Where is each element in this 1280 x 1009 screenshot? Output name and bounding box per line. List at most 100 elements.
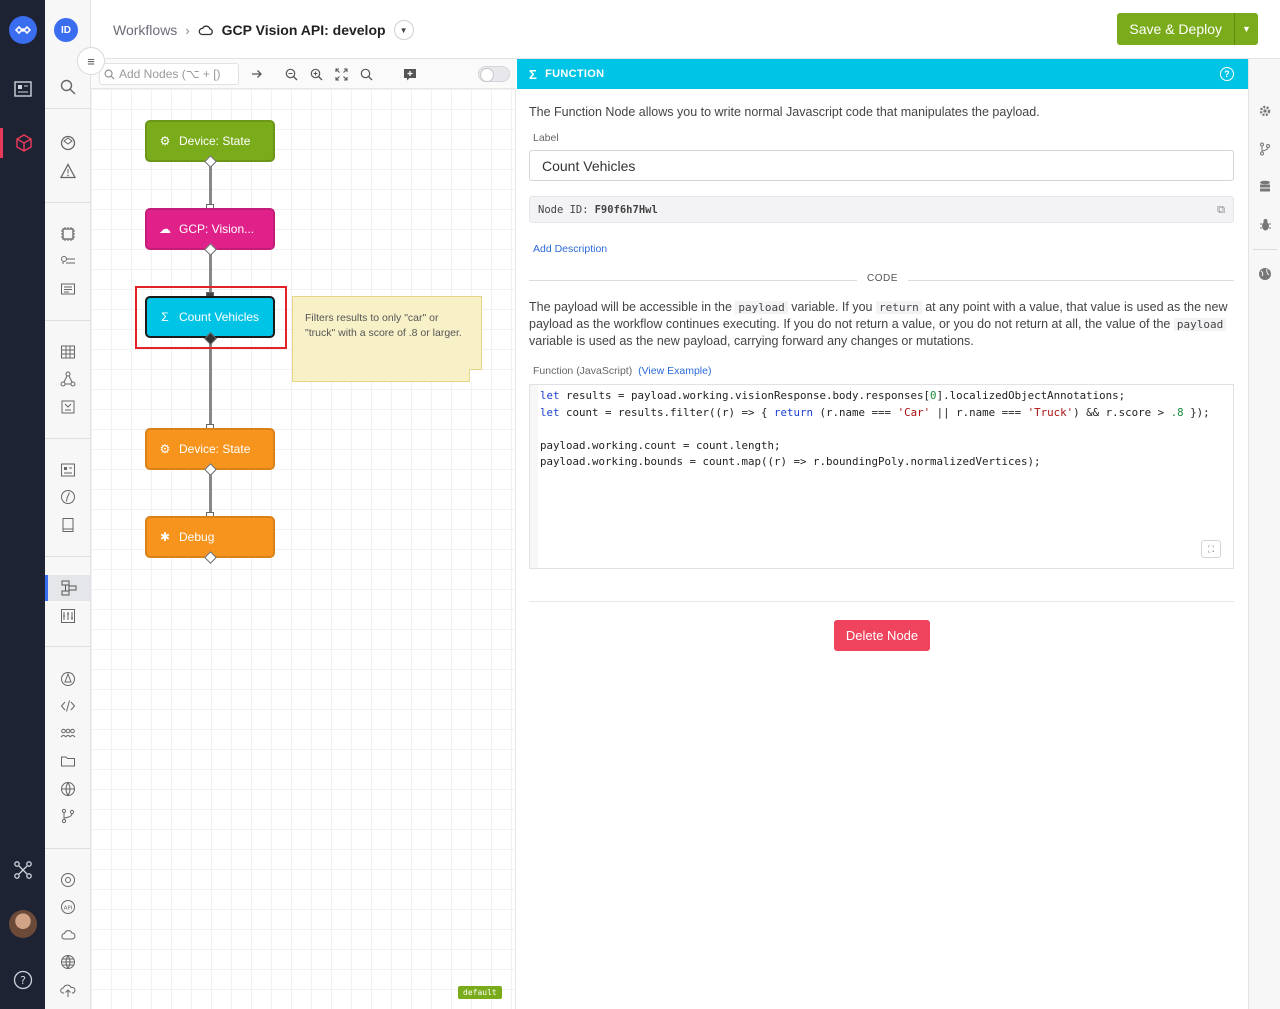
add-note-icon[interactable] — [400, 64, 420, 84]
add-nodes-search[interactable]: Add Nodes (⌥ + [) — [99, 63, 239, 85]
sigma-icon: Σ — [161, 310, 169, 324]
zoom-reset-icon[interactable] — [356, 64, 376, 84]
alert-icon[interactable] — [45, 158, 90, 184]
help-icon[interactable]: ? — [0, 965, 45, 995]
code-desc-part: variable is used as the new payload, car… — [529, 334, 974, 348]
network-icon[interactable] — [0, 855, 45, 885]
node-config-panel: Σ FUNCTION ? The Function Node allows yo… — [517, 59, 1248, 1009]
code-desc-part: The payload will be accessible in the — [529, 300, 736, 314]
wire-4 — [209, 471, 212, 517]
top-header: Workflows › GCP Vision API: develop ▼ Sa… — [91, 0, 1280, 59]
sigma-icon: Σ — [529, 66, 538, 82]
node-id-value: F90f6h7Hwl — [594, 203, 658, 216]
peripheral-icon[interactable] — [45, 248, 90, 274]
application-cube-icon[interactable] — [0, 128, 45, 158]
upload-cloud-icon[interactable] — [45, 977, 90, 1003]
settings-icon[interactable] — [45, 867, 90, 893]
section-title: CODE — [857, 273, 908, 284]
data-table-icon[interactable] — [45, 339, 90, 365]
folder-icon[interactable] — [45, 748, 90, 774]
fullscreen-editor-icon[interactable]: ⛶ — [1201, 540, 1221, 558]
losant-logo-icon[interactable] — [9, 16, 37, 44]
device-icon[interactable] — [45, 221, 90, 247]
code-section-divider: CODE — [529, 273, 1234, 287]
wire-3 — [209, 339, 212, 427]
arrow-right-icon[interactable] — [247, 64, 267, 84]
workflow-canvas[interactable]: ≡ Add Nodes (⌥ + [) ⚙ Device: State ☁ GC… — [77, 47, 516, 1009]
wire-1 — [209, 163, 212, 209]
code-desc-part: variable. If you — [787, 300, 876, 314]
notebook-icon[interactable] — [45, 394, 90, 420]
code-desc-var: payload — [735, 301, 788, 314]
panel-title-bar: Σ FUNCTION ? — [517, 59, 1248, 89]
help-circle-icon[interactable]: ? — [1220, 67, 1234, 81]
workflow-title: GCP Vision API: develop — [221, 22, 386, 38]
user-avatar[interactable] — [9, 910, 37, 938]
cloud-outline-icon — [198, 25, 213, 36]
node-label: Count Vehicles — [179, 310, 260, 324]
dashboard-icon[interactable] — [0, 74, 45, 104]
code-description: The payload will be accessible in the pa… — [529, 299, 1229, 350]
delete-node-button[interactable]: Delete Node — [834, 620, 930, 651]
version-tag: default — [458, 986, 502, 999]
save-deploy-button[interactable]: Save & Deploy — [1117, 13, 1234, 45]
main-rail: ? — [0, 0, 45, 1009]
save-deploy-group: Save & Deploy ▼ — [1117, 13, 1258, 45]
code-editor[interactable]: let results = payload.working.visionResp… — [529, 384, 1234, 569]
workflow-icon[interactable] — [45, 575, 90, 601]
overview-icon[interactable] — [45, 130, 90, 156]
add-nodes-placeholder: Add Nodes (⌥ + [) — [119, 67, 221, 81]
zoom-in-icon[interactable] — [306, 64, 326, 84]
note-text: Filters results to only "car" or "truck"… — [305, 312, 462, 339]
device-icon: ⚙ — [159, 442, 171, 456]
search-icon — [104, 69, 115, 79]
experience-workflow-icon[interactable] — [45, 603, 90, 629]
version-dropdown-button[interactable]: ▼ — [393, 20, 414, 40]
breadcrumb-workflows[interactable]: Workflows — [113, 22, 177, 38]
world-icon[interactable] — [45, 949, 90, 975]
org-avatar[interactable]: ID — [54, 18, 78, 42]
globe-api-icon[interactable] — [45, 776, 90, 802]
edge-compute-icon[interactable] — [45, 666, 90, 692]
gear-icon[interactable] — [1249, 101, 1280, 121]
node-label: Device: State — [179, 442, 251, 456]
globe-icon[interactable] — [1249, 264, 1280, 284]
api-icon[interactable]: API — [45, 894, 90, 920]
view-example-link[interactable]: (View Example) — [638, 365, 711, 377]
storage-icon[interactable] — [1249, 177, 1280, 197]
label-input[interactable]: Count Vehicles — [529, 150, 1234, 181]
copy-icon[interactable]: ⧉ — [1217, 203, 1225, 217]
label-input-value: Count Vehicles — [542, 157, 636, 174]
version-branch-icon[interactable] — [1249, 139, 1280, 159]
data-flow-icon[interactable] — [45, 366, 90, 392]
deploy-options-caret-icon[interactable]: ▼ — [1234, 13, 1258, 45]
cloud-integration-icon[interactable] — [45, 922, 90, 948]
dashboard-list-icon[interactable] — [45, 457, 90, 483]
cloud-icon: ☁ — [159, 222, 171, 236]
zoom-out-icon[interactable] — [281, 64, 301, 84]
hamburger-menu-icon[interactable]: ≡ — [77, 47, 105, 75]
sticky-note[interactable]: Filters results to only "car" or "truck"… — [292, 296, 482, 382]
app-sidebar: ID API — [45, 0, 91, 1009]
code-content[interactable]: let results = payload.working.visionResp… — [540, 388, 1210, 471]
canvas-toggle-switch[interactable] — [478, 66, 510, 82]
fit-screen-icon[interactable] — [331, 64, 351, 84]
book-icon[interactable] — [45, 512, 90, 538]
add-description-link[interactable]: Add Description — [533, 243, 607, 255]
caret-down-icon: ▼ — [399, 25, 408, 35]
code-desc-return: return — [875, 301, 922, 314]
panel-title: FUNCTION — [545, 68, 605, 80]
canvas-toolbar: ≡ Add Nodes (⌥ + [) — [77, 47, 516, 89]
search-icon[interactable] — [45, 74, 90, 100]
function-caption: Function (JavaScript) (View Example) — [533, 365, 711, 377]
app-root: ? ID API Workflows › GCP Vision API: dev… — [0, 0, 1280, 1009]
debug-bug-icon[interactable] — [1249, 215, 1280, 235]
branch-icon[interactable] — [45, 803, 90, 829]
device-recipe-icon[interactable] — [45, 276, 90, 302]
right-toolbar — [1248, 59, 1280, 1009]
users-icon[interactable] — [45, 721, 90, 747]
code-icon[interactable] — [45, 693, 90, 719]
compass-icon[interactable] — [45, 484, 90, 510]
editor-gutter — [530, 385, 538, 568]
svg-text:API: API — [63, 906, 72, 912]
